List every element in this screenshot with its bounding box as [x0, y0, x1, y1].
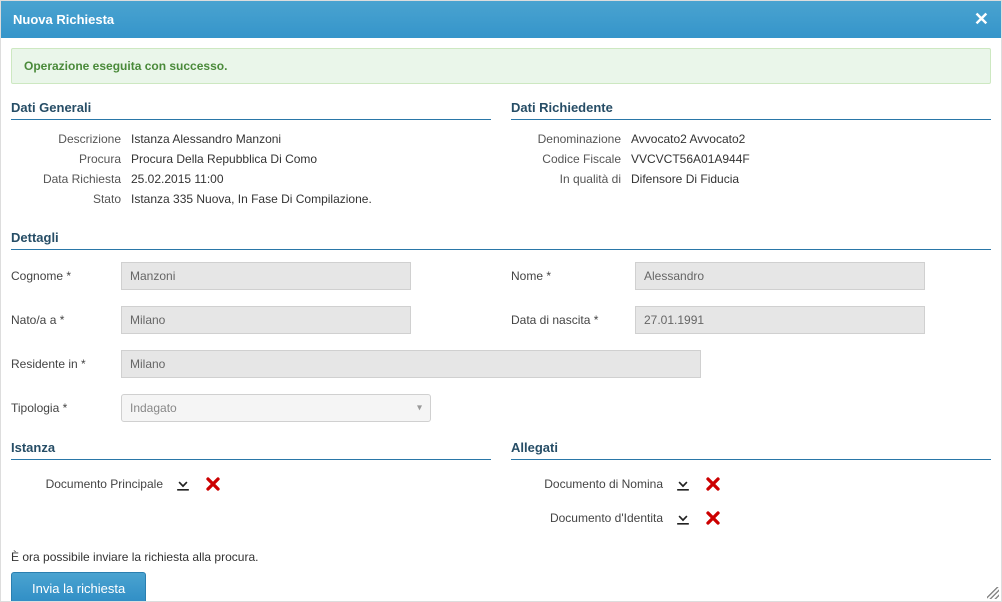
- submit-hint: È ora possibile inviare la richiesta all…: [11, 550, 991, 564]
- input-residente-in[interactable]: [121, 350, 701, 378]
- download-icon[interactable]: [671, 506, 695, 530]
- download-icon[interactable]: [171, 472, 195, 496]
- section-title-dati-generali: Dati Generali: [11, 100, 491, 120]
- modal-dialog: Nuova Richiesta ✕ Operazione eseguita co…: [0, 0, 1002, 602]
- input-data-nascita[interactable]: [635, 306, 925, 334]
- submit-button[interactable]: Invia la richiesta: [11, 572, 146, 601]
- row-in-qualita-di: In qualità di Difensore Di Fiducia: [511, 172, 991, 186]
- label-doc-nomina: Documento di Nomina: [511, 477, 671, 491]
- label-residente-in: Residente in *: [11, 357, 121, 371]
- success-alert: Operazione eseguita con successo.: [11, 48, 991, 84]
- label-tipologia: Tipologia *: [11, 401, 121, 415]
- modal-header: Nuova Richiesta ✕: [1, 1, 1001, 38]
- section-title-allegati: Allegati: [511, 440, 991, 460]
- section-title-dati-richiedente: Dati Richiedente: [511, 100, 991, 120]
- input-nato-a[interactable]: [121, 306, 411, 334]
- input-nome[interactable]: [635, 262, 925, 290]
- download-icon[interactable]: [671, 472, 695, 496]
- row-denominazione: Denominazione Avvocato2 Avvocato2: [511, 132, 991, 146]
- delete-icon[interactable]: [701, 506, 725, 530]
- row-codice-fiscale: Codice Fiscale VVCVCT56A01A944F: [511, 152, 991, 166]
- row-procura: Procura Procura Della Repubblica Di Como: [11, 152, 491, 166]
- label-doc-principale: Documento Principale: [11, 477, 171, 491]
- label-data-nascita: Data di nascita *: [511, 313, 635, 327]
- select-tipologia[interactable]: Indagato: [121, 394, 431, 422]
- select-tipologia-value: Indagato: [130, 401, 177, 415]
- resize-handle[interactable]: [987, 587, 999, 599]
- modal-body: Operazione eseguita con successo. Dati G…: [1, 38, 1001, 601]
- section-title-istanza: Istanza: [11, 440, 491, 460]
- label-cognome: Cognome *: [11, 269, 121, 283]
- delete-icon[interactable]: [701, 472, 725, 496]
- modal-title: Nuova Richiesta: [13, 12, 114, 27]
- input-cognome[interactable]: [121, 262, 411, 290]
- section-title-dettagli: Dettagli: [11, 230, 991, 250]
- doc-row-principale: Documento Principale: [11, 472, 491, 496]
- row-stato: Stato Istanza 335 Nuova, In Fase Di Comp…: [11, 192, 491, 206]
- doc-row-identita: Documento d'Identita: [511, 506, 991, 530]
- delete-icon[interactable]: [201, 472, 225, 496]
- label-doc-identita: Documento d'Identita: [511, 511, 671, 525]
- doc-row-nomina: Documento di Nomina: [511, 472, 991, 496]
- close-icon[interactable]: ✕: [974, 9, 989, 30]
- label-nome: Nome *: [511, 269, 635, 283]
- success-alert-text: Operazione eseguita con successo.: [24, 59, 227, 73]
- row-descrizione: Descrizione Istanza Alessandro Manzoni: [11, 132, 491, 146]
- label-nato-a: Nato/a a *: [11, 313, 121, 327]
- row-data-richiesta: Data Richiesta 25.02.2015 11:00: [11, 172, 491, 186]
